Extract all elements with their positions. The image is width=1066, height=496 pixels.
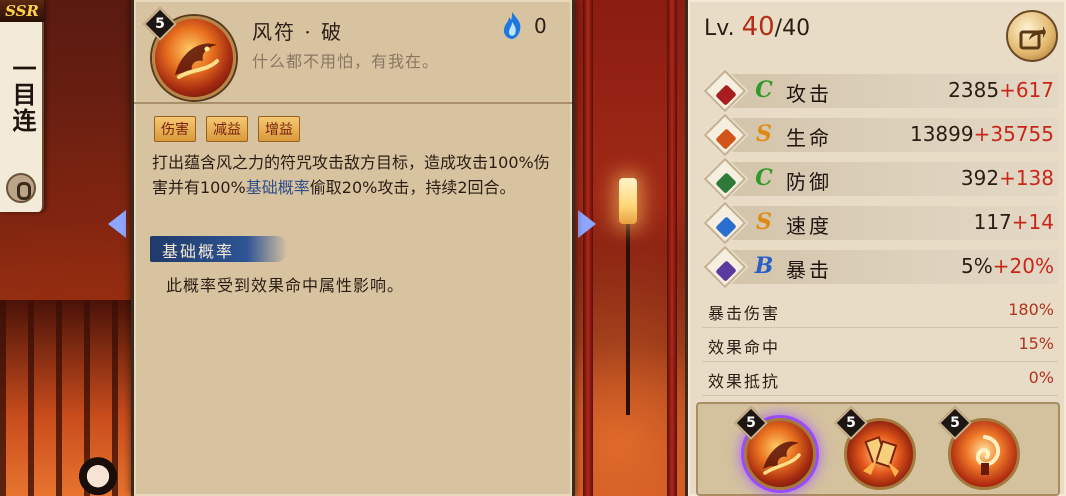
previous-arrow-icon[interactable] <box>108 210 126 238</box>
stat-base: 5% <box>961 254 993 278</box>
level-max: /40 <box>774 16 811 41</box>
skill-name: 风符 · 破 <box>252 20 344 44</box>
stat-row-effect-resist: 效果抵抗 0% <box>702 362 1058 396</box>
share-icon <box>1019 26 1046 50</box>
stat-value: 392+138 <box>961 166 1054 190</box>
stat-value: 180% <box>1008 300 1054 319</box>
rarity-badge: SSR <box>0 0 44 22</box>
skill-detail-panel: 5 风符 · 破 什么都不用怕，有我在。 0 伤害 减益 增益 打出蕴含风之力的… <box>131 0 575 496</box>
stat-label: 暴击伤害 <box>708 304 781 323</box>
next-arrow-icon[interactable] <box>578 210 596 238</box>
stat-value: 0% <box>1028 368 1054 387</box>
stat-row-attack: C 攻击 2385+617 <box>702 69 1058 113</box>
term-banner: 基础概率 <box>150 236 288 262</box>
skill-bar: 5 5 5 <box>696 402 1060 496</box>
background-pillar <box>583 0 593 496</box>
skill-description-text: 偷取20%攻击，持续2回合。 <box>309 178 516 197</box>
stat-label: 防御 <box>786 170 832 194</box>
skill-slot-3[interactable]: 5 <box>938 406 1020 490</box>
background-pillar <box>667 0 677 496</box>
stat-label: 效果抵抗 <box>708 372 781 391</box>
stat-bonus: +617 <box>999 78 1054 102</box>
skill-icon-wrap: 5 <box>143 7 240 100</box>
stat-row-health: S 生命 13899+35755 <box>702 113 1058 157</box>
stat-grade: S <box>756 121 772 147</box>
character-name: 一目连 <box>8 56 37 134</box>
tag-buff: 增益 <box>258 116 300 142</box>
stat-value: 5%+20% <box>961 254 1054 278</box>
wind-spirit-skill-icon <box>976 435 1001 475</box>
stat-value: 15% <box>1018 334 1054 353</box>
skill-quote: 什么都不用怕，有我在。 <box>252 52 440 71</box>
term-title: 基础概率 <box>162 242 235 261</box>
stat-grade: C <box>755 165 773 191</box>
level-display: Lv. 40/40 <box>704 12 810 42</box>
stat-grade: S <box>756 209 772 235</box>
keyword-link[interactable]: 基础概率 <box>246 178 310 197</box>
skill-tags: 伤害 减益 增益 <box>154 116 300 142</box>
skill-slot-1[interactable]: 5 <box>734 406 816 490</box>
level-label: Lv. <box>704 16 735 41</box>
skill-slot-2[interactable]: 5 <box>834 406 916 490</box>
stat-bonus: +20% <box>992 254 1054 278</box>
stat-label: 攻击 <box>786 82 832 106</box>
level-current: 40 <box>741 12 775 42</box>
term-description: 此概率受到效果命中属性影响。 <box>166 276 405 295</box>
fire-dragon-skill-icon <box>763 441 801 475</box>
skill-header: 5 风符 · 破 什么都不用怕，有我在。 0 <box>134 0 572 104</box>
soul-fire-icon <box>503 12 521 39</box>
background-lantern <box>619 178 637 224</box>
character-tab[interactable]: SSR 一目连 <box>0 0 44 212</box>
lock-icon[interactable] <box>6 173 36 203</box>
stat-label: 效果命中 <box>708 338 781 357</box>
stat-bonus: +14 <box>1011 210 1054 234</box>
stat-grade: B <box>754 253 774 279</box>
avatar[interactable] <box>78 452 118 496</box>
stat-base: 13899 <box>909 122 974 146</box>
stat-row-crit: B 暴击 5%+20% <box>702 245 1058 289</box>
tag-damage: 伤害 <box>154 116 196 142</box>
tag-debuff: 减益 <box>206 116 248 142</box>
stat-value: 2385+617 <box>948 78 1054 102</box>
stat-bonus: +138 <box>999 166 1054 190</box>
background-shrine <box>575 0 685 496</box>
stat-value: 13899+35755 <box>910 122 1054 146</box>
stat-bonus: +35755 <box>973 122 1054 146</box>
stat-base: 2385 <box>948 78 1000 102</box>
share-button[interactable] <box>1006 10 1058 62</box>
stat-value: 117+14 <box>974 210 1054 234</box>
stats-panel: Lv. 40/40 C 攻击 2385+617 S 生命 13899+35755… <box>685 0 1066 496</box>
talisman-burst-skill-icon <box>863 435 899 477</box>
background-bridge <box>0 300 140 496</box>
stat-label: 暴击 <box>786 258 832 282</box>
background-lantern-pole <box>626 215 630 415</box>
stat-base: 392 <box>960 166 1000 190</box>
stat-label: 速度 <box>786 214 832 238</box>
stat-grade: C <box>755 77 773 103</box>
cost-value: 0 <box>534 14 547 38</box>
stat-row-crit-damage: 暴击伤害 180% <box>702 294 1058 328</box>
stat-base: 117 <box>973 210 1012 234</box>
stat-label: 生命 <box>786 126 832 150</box>
stat-row-speed: S 速度 117+14 <box>702 201 1058 245</box>
stat-row-defense: C 防御 392+138 <box>702 157 1058 201</box>
skill-description: 打出蕴含风之力的符咒攻击敌方目标，造成攻击100%伤害并有100%基础概率偷取2… <box>152 150 564 200</box>
stat-row-effect-hit: 效果命中 15% <box>702 328 1058 362</box>
